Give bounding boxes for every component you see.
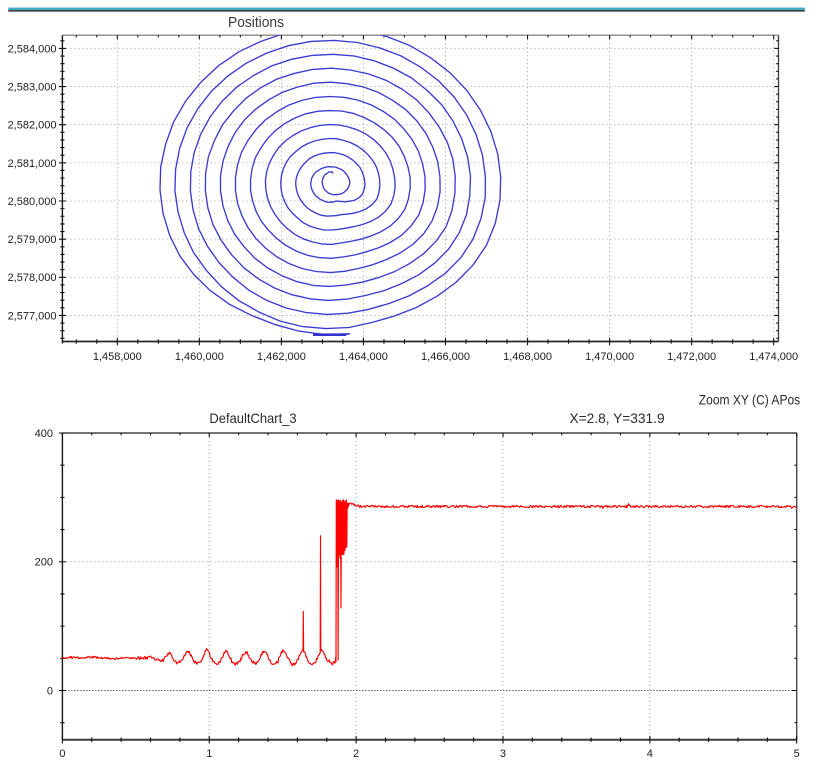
svg-text:1,468,000: 1,468,000 xyxy=(503,351,552,363)
svg-text:2: 2 xyxy=(353,748,359,760)
svg-text:3: 3 xyxy=(500,748,506,760)
svg-text:200: 200 xyxy=(35,557,53,569)
svg-text:1,462,000: 1,462,000 xyxy=(257,351,306,363)
svg-text:400: 400 xyxy=(35,428,53,440)
svg-text:4: 4 xyxy=(647,748,653,760)
svg-text:Positions: Positions xyxy=(228,14,284,31)
svg-text:1,458,000: 1,458,000 xyxy=(93,351,142,363)
svg-text:2,584,000: 2,584,000 xyxy=(8,43,57,55)
svg-text:2,577,000: 2,577,000 xyxy=(8,310,57,322)
svg-text:5: 5 xyxy=(794,748,800,760)
svg-text:2,580,000: 2,580,000 xyxy=(8,196,57,208)
svg-text:2,583,000: 2,583,000 xyxy=(8,81,57,93)
svg-text:1,470,000: 1,470,000 xyxy=(585,351,634,363)
svg-text:1,460,000: 1,460,000 xyxy=(175,351,224,363)
svg-text:0: 0 xyxy=(59,748,65,760)
svg-text:DefaultChart_3: DefaultChart_3 xyxy=(209,410,296,426)
svg-text:X=2.8, Y=331.9: X=2.8, Y=331.9 xyxy=(570,410,665,426)
svg-text:1,474,000: 1,474,000 xyxy=(749,351,798,363)
svg-text:1,466,000: 1,466,000 xyxy=(421,351,470,363)
svg-text:1: 1 xyxy=(206,748,212,760)
svg-text:2,579,000: 2,579,000 xyxy=(8,234,57,246)
svg-text:1,464,000: 1,464,000 xyxy=(339,351,388,363)
svg-text:2,582,000: 2,582,000 xyxy=(8,120,57,132)
svg-text:0: 0 xyxy=(47,685,53,697)
svg-text:Zoom XY (C) APos: Zoom XY (C) APos xyxy=(699,391,800,407)
svg-text:1,472,000: 1,472,000 xyxy=(667,351,716,363)
svg-text:2,578,000: 2,578,000 xyxy=(8,272,57,284)
svg-text:2,581,000: 2,581,000 xyxy=(8,158,57,170)
